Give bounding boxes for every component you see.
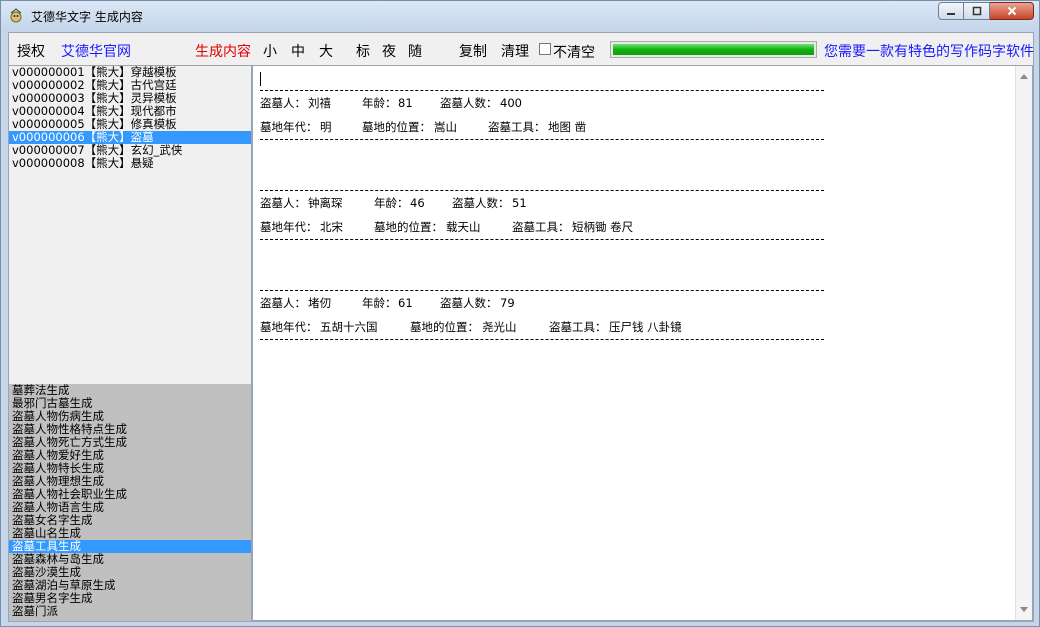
left-pane: v000000001【熊大】穿越模板 v000000002【熊大】古代宫廷 v000… [9,65,252,621]
era-value: 明 [320,120,332,134]
age-label: 年龄： [362,296,397,310]
robber-value: 堵仞 [308,296,331,310]
tools-label: 盗墓工具： [549,320,607,334]
maximize-icon [972,6,981,16]
robber-value: 钟离琛 [308,196,343,210]
official-site-link[interactable]: 艾德华官网 [61,41,131,61]
maximize-button[interactable] [964,2,990,20]
close-button[interactable] [990,2,1034,20]
scroll-up-icon[interactable] [1020,74,1028,79]
tools-value: 地图 凿 [548,120,587,134]
font-large-button[interactable]: 大 [319,41,333,61]
no-clear-label: 不清空 [553,45,595,61]
record-row-person: 盗墓人： 钟离琛 年龄： 46 盗墓人数： 51 [260,191,825,215]
age-value: 81 [398,96,413,110]
authorize-link[interactable]: 授权 [17,41,45,61]
location-value: 尧光山 [482,320,517,334]
close-icon [1007,6,1016,16]
clear-button[interactable]: 清理 [501,41,529,61]
count-value: 79 [500,296,515,310]
robber-value: 刘禧 [308,96,331,110]
age-label: 年龄： [362,96,397,110]
progress-fill [613,44,814,55]
dashed-separator [260,339,824,340]
record-row-tomb: 墓地年代： 北宋 墓地的位置： 载天山 盗墓工具： 短柄锄 卷尺 [260,215,825,239]
generator-list-item[interactable]: 盗墓门派 [9,605,251,618]
era-value: 五胡十六国 [320,320,378,334]
ad-link[interactable]: 您需要一款有特色的写作码字软件 [824,41,1034,61]
tools-value: 压尸钱 八卦镜 [609,320,682,334]
progress-bar [610,41,817,58]
era-label: 墓地年代： [260,120,318,134]
minimize-icon [947,13,955,15]
location-label: 墓地的位置： [374,220,443,234]
window-title: 艾德华文字 生成内容 [31,10,143,24]
output-pane[interactable]: 盗墓人： 刘禧 年龄： 81 盗墓人数： 400 墓地年代：明墓地的位置： 嵩山 盗墓工具： 地图… [252,65,1033,621]
age-value: 46 [410,196,425,210]
text-caret [260,72,261,86]
mode-random-button[interactable]: 随 [408,41,422,61]
client-area: 授权 艾德华官网 生成内容 小 中 大 标 夜 随 复制 清理 不清空 您需要一… [8,32,1034,622]
font-small-button[interactable]: 小 [263,41,277,61]
vertical-scrollbar[interactable] [1015,66,1032,620]
location-value: 嵩山 [434,120,457,134]
template-list[interactable]: v000000001【熊大】穿越模板 v000000002【熊大】古代宫廷 v000… [9,66,251,384]
robber-label: 盗墓人： [260,296,306,310]
mode-night-button[interactable]: 夜 [382,41,396,61]
count-value: 400 [500,96,522,110]
location-label: 墓地的位置： [362,120,431,134]
output-text[interactable]: 盗墓人： 刘禧 年龄： 81 盗墓人数： 400 墓地年代：明墓地的位置： 嵩山 盗墓工具： 地图… [260,72,825,340]
record-gap [260,240,825,290]
location-label: 墓地的位置： [410,320,479,334]
era-value: 北宋 [320,220,343,234]
count-label: 盗墓人数： [452,196,510,210]
template-list-item[interactable]: v000000008【熊大】悬疑 [9,157,251,170]
count-label: 盗墓人数： [440,296,498,310]
tools-label: 盗墓工具： [512,220,570,234]
scroll-down-icon[interactable] [1020,607,1028,612]
robber-label: 盗墓人： [260,96,306,110]
age-label: 年龄： [374,196,409,210]
no-clear-checkbox[interactable] [539,43,551,55]
record-row-person: 盗墓人： 堵仞 年龄： 61 盗墓人数： 79 [260,291,825,315]
era-label: 墓地年代： [260,220,318,234]
generate-button[interactable]: 生成内容 [195,41,251,61]
tools-label: 盗墓工具： [488,120,546,134]
location-value: 载天山 [446,220,481,234]
toolbar: 授权 艾德华官网 生成内容 小 中 大 标 夜 随 复制 清理 不清空 您需要一… [9,33,1034,65]
generator-list[interactable]: 墓葬法生成 最邪门古墓生成 盗墓人物伤病生成 盗墓人物性格特点生成 盗墓人物死亡方式生成… [9,384,251,621]
app-window: 艾德华文字 生成内容 授权 艾德华官网 生成内容 小 中 大 标 夜 随 复制 … [0,0,1040,627]
age-value: 61 [398,296,413,310]
count-value: 51 [512,196,527,210]
mode-standard-button[interactable]: 标 [356,41,370,61]
minimize-button[interactable] [938,2,964,20]
copy-button[interactable]: 复制 [459,41,487,61]
record-row-person: 盗墓人： 刘禧 年龄： 81 盗墓人数： 400 [260,91,825,115]
robber-label: 盗墓人： [260,196,306,210]
record-gap [260,140,825,190]
record-row-tomb: 墓地年代：明 墓地的位置： 嵩山 盗墓工具： 地图 凿 [260,115,825,139]
title-bar[interactable]: 艾德华文字 生成内容 [1,1,1039,31]
record-row-tomb: 墓地年代： 五胡十六国 墓地的位置： 尧光山 盗墓工具： 压尸钱 八卦镜 [260,315,825,339]
font-medium-button[interactable]: 中 [291,41,305,61]
era-label: 墓地年代： [260,320,318,334]
app-icon [10,8,22,23]
count-label: 盗墓人数： [440,96,498,110]
tools-value: 短柄锄 卷尺 [572,220,634,234]
